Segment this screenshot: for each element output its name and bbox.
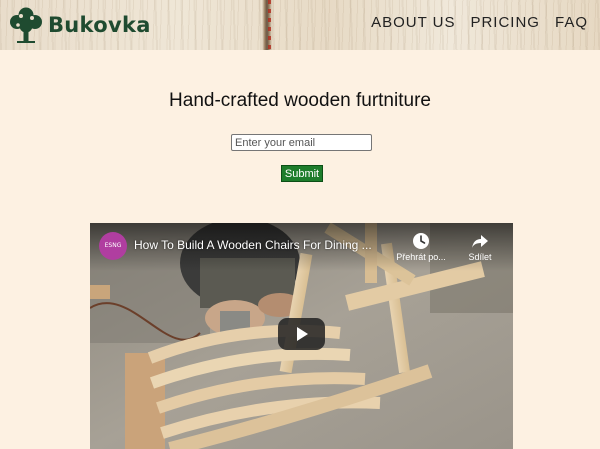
video-embed[interactable]: ESNG How To Build A Wooden Chairs For Di… [90,223,513,449]
main-nav: ABOUT US PRICING FAQ [371,14,588,31]
share-button[interactable]: Sdílet [450,232,510,262]
channel-avatar[interactable]: ESNG [99,232,127,260]
tree-icon [10,7,42,43]
watch-later-button[interactable]: Přehrát po... [391,232,451,262]
clock-icon [413,233,429,249]
brand-name: Bukovka [48,13,151,37]
page-title: Hand-crafted wooden furtniture [169,90,431,111]
email-field[interactable] [231,134,372,151]
share-icon [472,235,488,248]
watch-later-label: Přehrát po... [396,252,446,262]
play-icon [296,327,308,341]
nav-item-about-us[interactable]: ABOUT US [371,14,455,31]
brand-logo-link[interactable]: Bukovka [8,6,151,44]
nav-item-faq[interactable]: FAQ [555,14,588,31]
site-header: Bukovka ABOUT US PRICING FAQ [0,0,600,50]
play-button[interactable] [278,318,325,350]
nav-item-pricing[interactable]: PRICING [470,14,540,31]
submit-button[interactable]: Submit [281,165,323,182]
wood-crack-decoration-red [268,0,271,50]
share-label: Sdílet [468,252,492,262]
video-title[interactable]: How To Build A Wooden Chairs For Dining … [134,238,374,252]
